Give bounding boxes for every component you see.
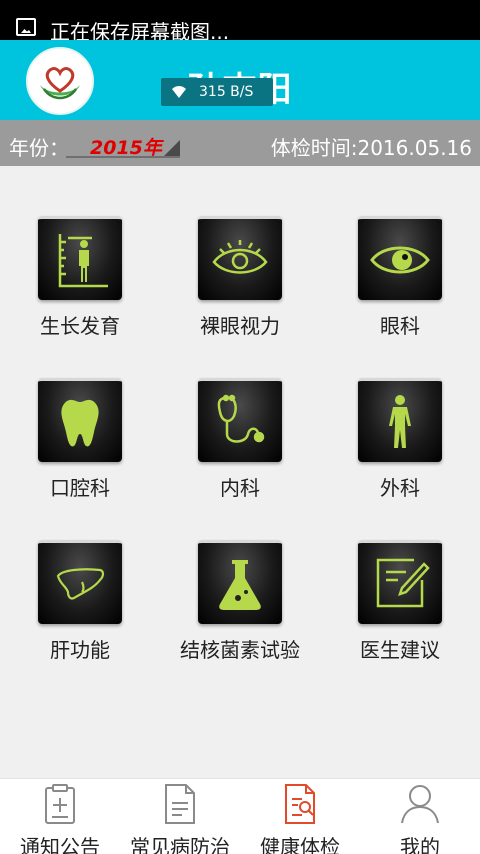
category-label: 生长发育 <box>40 314 120 338</box>
wifi-icon <box>172 86 186 98</box>
stethoscope-icon <box>198 378 282 462</box>
category-naked-eye-vision[interactable]: 裸眼视力 <box>160 216 320 339</box>
bottom-tab-bar: 通知公告 常见病防治 健康体检 我的 <box>0 778 480 854</box>
category-ophthalmology[interactable]: 眼科 <box>320 216 480 339</box>
category-label: 外科 <box>380 476 420 500</box>
exam-time: 体检时间:2016.05.16 <box>270 136 472 160</box>
category-surgery[interactable]: 外科 <box>320 378 480 501</box>
year-select[interactable]: 2015年 <box>66 130 180 159</box>
tab-label: 常见病防治 <box>130 835 230 854</box>
category-label: 医生建议 <box>360 638 440 662</box>
category-liver-function[interactable]: 肝功能 <box>0 540 160 663</box>
category-doctor-advice[interactable]: 医生建议 <box>320 540 480 663</box>
tab-mine[interactable]: 我的 <box>360 779 480 854</box>
tab-notices[interactable]: 通知公告 <box>0 779 120 854</box>
eye-outline-icon <box>198 216 282 300</box>
eye-icon <box>358 216 442 300</box>
liver-icon <box>38 540 122 624</box>
category-label: 内科 <box>220 476 260 500</box>
tab-label: 通知公告 <box>20 835 100 854</box>
tooth-icon <box>38 378 122 462</box>
category-label: 结核菌素试验 <box>180 638 300 662</box>
year-value: 2015年 <box>90 137 162 159</box>
category-label: 口腔科 <box>50 476 110 500</box>
dropdown-arrow-icon <box>164 140 180 156</box>
screenshot-icon <box>16 18 36 36</box>
document-icon <box>165 784 195 824</box>
tab-label: 健康体检 <box>260 835 340 854</box>
tab-label: 我的 <box>400 835 440 854</box>
user-icon <box>401 785 439 824</box>
clipboard-icon <box>45 784 75 824</box>
year-bar: 年份： 2015年 体检时间:2016.05.16 <box>0 120 480 166</box>
year-label: 年份： <box>9 136 69 160</box>
category-growth[interactable]: 生长发育 <box>0 216 160 339</box>
height-measure-icon <box>38 216 122 300</box>
flask-icon <box>198 540 282 624</box>
category-grid: 生长发育 裸眼视力 眼科 口腔科 内科 外科 肝功能 结核菌素试验 医生建议 <box>0 166 480 778</box>
header: 孙志阳 315 B/S <box>0 40 480 120</box>
tab-common-diseases[interactable]: 常见病防治 <box>120 779 240 854</box>
status-bar: 正在保存屏幕截图... <box>0 0 480 44</box>
checkup-icon <box>285 784 315 824</box>
category-label: 裸眼视力 <box>200 314 280 338</box>
edit-note-icon <box>358 540 442 624</box>
tab-health-checkup[interactable]: 健康体检 <box>240 779 360 854</box>
category-tuberculin-test[interactable]: 结核菌素试验 <box>160 540 320 663</box>
category-label: 肝功能 <box>50 638 110 662</box>
network-speed-text: 315 B/S <box>199 84 254 100</box>
category-dental[interactable]: 口腔科 <box>0 378 160 501</box>
human-body-icon <box>358 378 442 462</box>
category-label: 眼科 <box>380 314 420 338</box>
category-internal-medicine[interactable]: 内科 <box>160 378 320 501</box>
network-speed-badge: 315 B/S <box>161 78 273 106</box>
